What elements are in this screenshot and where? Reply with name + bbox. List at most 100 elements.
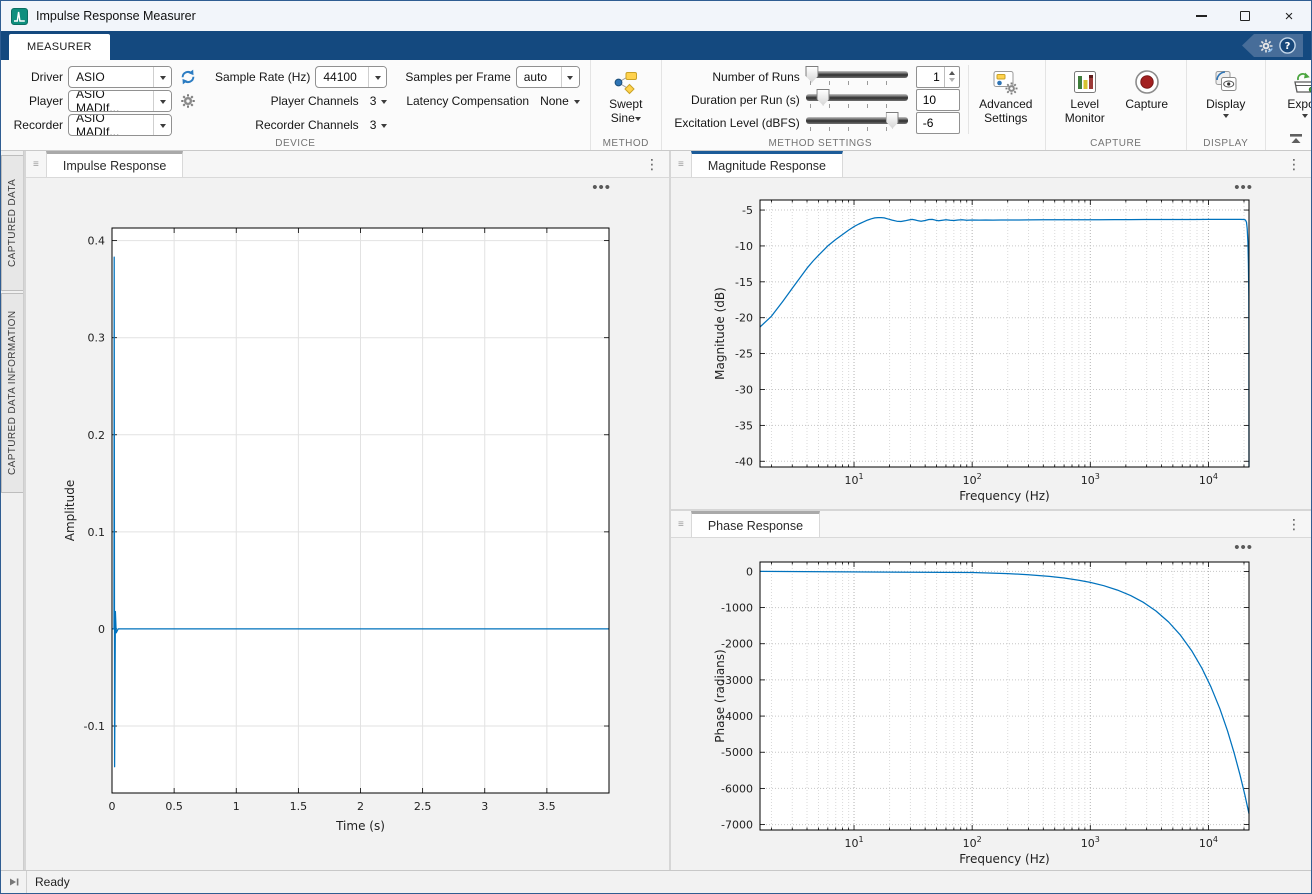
duration-per-run-field[interactable]: 10 — [916, 89, 960, 111]
ribbon-tab-band: MEASURER ? — [1, 31, 1311, 60]
svg-text:0: 0 — [109, 800, 116, 813]
chevron-down-icon — [1223, 114, 1229, 121]
display-button[interactable]: Display — [1197, 65, 1255, 121]
window-controls: × — [1179, 1, 1311, 31]
kebab-menu-icon[interactable]: ⋮ — [645, 157, 659, 171]
export-button[interactable]: Export — [1276, 65, 1312, 121]
svg-text:0: 0 — [746, 565, 753, 578]
app-window: Impulse Response Measurer × MEASURER ? — [0, 0, 1312, 894]
maximize-button[interactable] — [1223, 1, 1267, 31]
recorder-channels-label: Recorder Channels — [255, 118, 358, 132]
preferences-icon[interactable] — [1258, 38, 1274, 54]
tab-magnitude-response[interactable]: Magnitude Response — [691, 151, 843, 177]
tab-captured-data[interactable]: CAPTURED DATA — [1, 155, 23, 291]
player-channels-dropdown[interactable]: 3 — [370, 94, 388, 108]
duration-per-run-label: Duration per Run (s) — [672, 93, 800, 107]
refresh-devices-icon[interactable] — [179, 68, 197, 86]
tab-impulse-response[interactable]: Impulse Response — [46, 151, 184, 177]
magnitude-response-panel: ≡ Magnitude Response ⋮ ••• 101102103104-… — [671, 151, 1311, 509]
spinner-up-icon — [949, 68, 955, 75]
svg-text:0.4: 0.4 — [88, 235, 106, 248]
number-of-runs-field[interactable]: 1 — [916, 66, 960, 88]
phase-panel-header: ≡ Phase Response ⋮ — [671, 511, 1311, 538]
swept-sine-button[interactable]: Swept Sine — [597, 65, 655, 126]
quick-access-toolbar: ? — [1242, 34, 1303, 57]
minimize-button[interactable] — [1179, 1, 1223, 31]
svg-text:0.1: 0.1 — [88, 526, 106, 539]
panel-menu-icon[interactable]: ≡ — [33, 159, 39, 170]
svg-text:-2000: -2000 — [721, 638, 753, 651]
tab-measurer[interactable]: MEASURER — [9, 34, 110, 60]
phase-response-panel: ≡ Phase Response ⋮ ••• 1011021031040-100… — [671, 511, 1311, 870]
player-channels-label: Player Channels — [271, 94, 359, 108]
axes-toolbar-icon[interactable]: ••• — [592, 180, 611, 195]
axes-toolbar-icon[interactable]: ••• — [1234, 540, 1253, 555]
impulse-response-panel: ≡ Impulse Response ⋮ ••• 00.511.522.533.… — [26, 151, 669, 870]
advanced-settings-button[interactable]: Advanced Settings — [977, 65, 1035, 126]
section-label-capture: CAPTURE — [1046, 138, 1186, 149]
impulse-panel-header: ≡ Impulse Response ⋮ — [26, 151, 669, 178]
close-button[interactable]: × — [1267, 1, 1311, 31]
duration-per-run-slider[interactable] — [806, 89, 908, 111]
section-label-device: DEVICE — [1, 138, 590, 149]
panel-menu-icon[interactable]: ≡ — [678, 519, 684, 530]
number-of-runs-label: Number of Runs — [672, 70, 800, 84]
device-settings-gear-icon[interactable] — [179, 92, 197, 110]
maximize-icon — [1240, 11, 1250, 21]
svg-text:3.5: 3.5 — [538, 800, 556, 813]
samples-per-frame-combo[interactable]: auto — [516, 66, 580, 88]
help-icon[interactable]: ? — [1279, 37, 1296, 54]
swept-sine-icon — [613, 69, 639, 95]
excitation-level-field[interactable]: -6 — [916, 112, 960, 134]
svg-text:-7000: -7000 — [721, 819, 753, 832]
spinner-buttons[interactable] — [944, 67, 959, 87]
svg-text:Frequency (Hz): Frequency (Hz) — [959, 852, 1050, 866]
svg-text:103: 103 — [1081, 472, 1100, 487]
tab-captured-data-information[interactable]: CAPTURED DATA INFORMATION — [1, 293, 23, 493]
svg-text:3: 3 — [481, 800, 488, 813]
status-text: Ready — [27, 875, 70, 889]
svg-text:Time (s): Time (s) — [335, 819, 385, 833]
svg-text:0: 0 — [98, 623, 105, 636]
excitation-level-slider[interactable] — [806, 112, 908, 134]
svg-text:104: 104 — [1199, 835, 1218, 850]
impulse-response-plot[interactable]: 00.511.522.533.5-0.100.10.20.30.4Time (s… — [26, 178, 669, 870]
level-monitor-button[interactable]: Level Monitor — [1056, 65, 1114, 126]
kebab-menu-icon[interactable]: ⋮ — [1287, 517, 1301, 531]
phase-response-plot[interactable]: 1011021031040-1000-2000-3000-4000-5000-6… — [671, 538, 1311, 870]
sample-rate-combo[interactable]: 44100 — [315, 66, 387, 88]
panel-menu-icon[interactable]: ≡ — [678, 159, 684, 170]
driver-dropdown[interactable]: ASIO — [68, 66, 172, 88]
section-label-display: DISPLAY — [1187, 138, 1265, 149]
recorder-channels-dropdown[interactable]: 3 — [370, 118, 388, 132]
latency-compensation-dropdown[interactable]: None — [540, 94, 580, 108]
player-dropdown[interactable]: ASIO MADIf... — [68, 90, 172, 112]
tab-phase-response[interactable]: Phase Response — [691, 511, 820, 537]
axes-toolbar-icon[interactable]: ••• — [1234, 180, 1253, 195]
player-label: Player — [11, 94, 63, 108]
section-device: Driver ASIO Player ASIO MADIf... — [1, 60, 591, 150]
chevron-down-icon — [153, 91, 171, 111]
svg-text:-40: -40 — [735, 455, 753, 468]
driver-label: Driver — [11, 70, 63, 84]
svg-text:101: 101 — [844, 835, 863, 850]
capture-button[interactable]: Capture — [1118, 65, 1176, 111]
chevron-down-icon — [153, 115, 171, 135]
magnitude-response-plot[interactable]: 101102103104-40-35-30-25-20-15-10-5Frequ… — [671, 178, 1311, 509]
svg-text:-1000: -1000 — [721, 602, 753, 615]
svg-text:104: 104 — [1199, 472, 1218, 487]
title-bar: Impulse Response Measurer × — [1, 1, 1311, 31]
phase-plot-area: ••• 1011021031040-1000-2000-3000-4000-50… — [671, 538, 1311, 870]
advanced-settings-icon — [992, 69, 1019, 96]
number-of-runs-slider[interactable] — [806, 66, 908, 88]
svg-text:102: 102 — [963, 835, 982, 850]
recorder-dropdown[interactable]: ASIO MADIf... — [68, 114, 172, 136]
collapse-toolstrip-button[interactable] — [1287, 132, 1305, 146]
svg-text:-35: -35 — [735, 419, 753, 432]
kebab-menu-icon[interactable]: ⋮ — [1287, 157, 1301, 171]
chevron-down-icon — [574, 100, 580, 107]
expand-panel-button[interactable] — [1, 871, 27, 893]
svg-text:-15: -15 — [735, 276, 753, 289]
chevron-down-icon — [381, 100, 387, 107]
section-label-method-settings: METHOD SETTINGS — [662, 138, 979, 149]
